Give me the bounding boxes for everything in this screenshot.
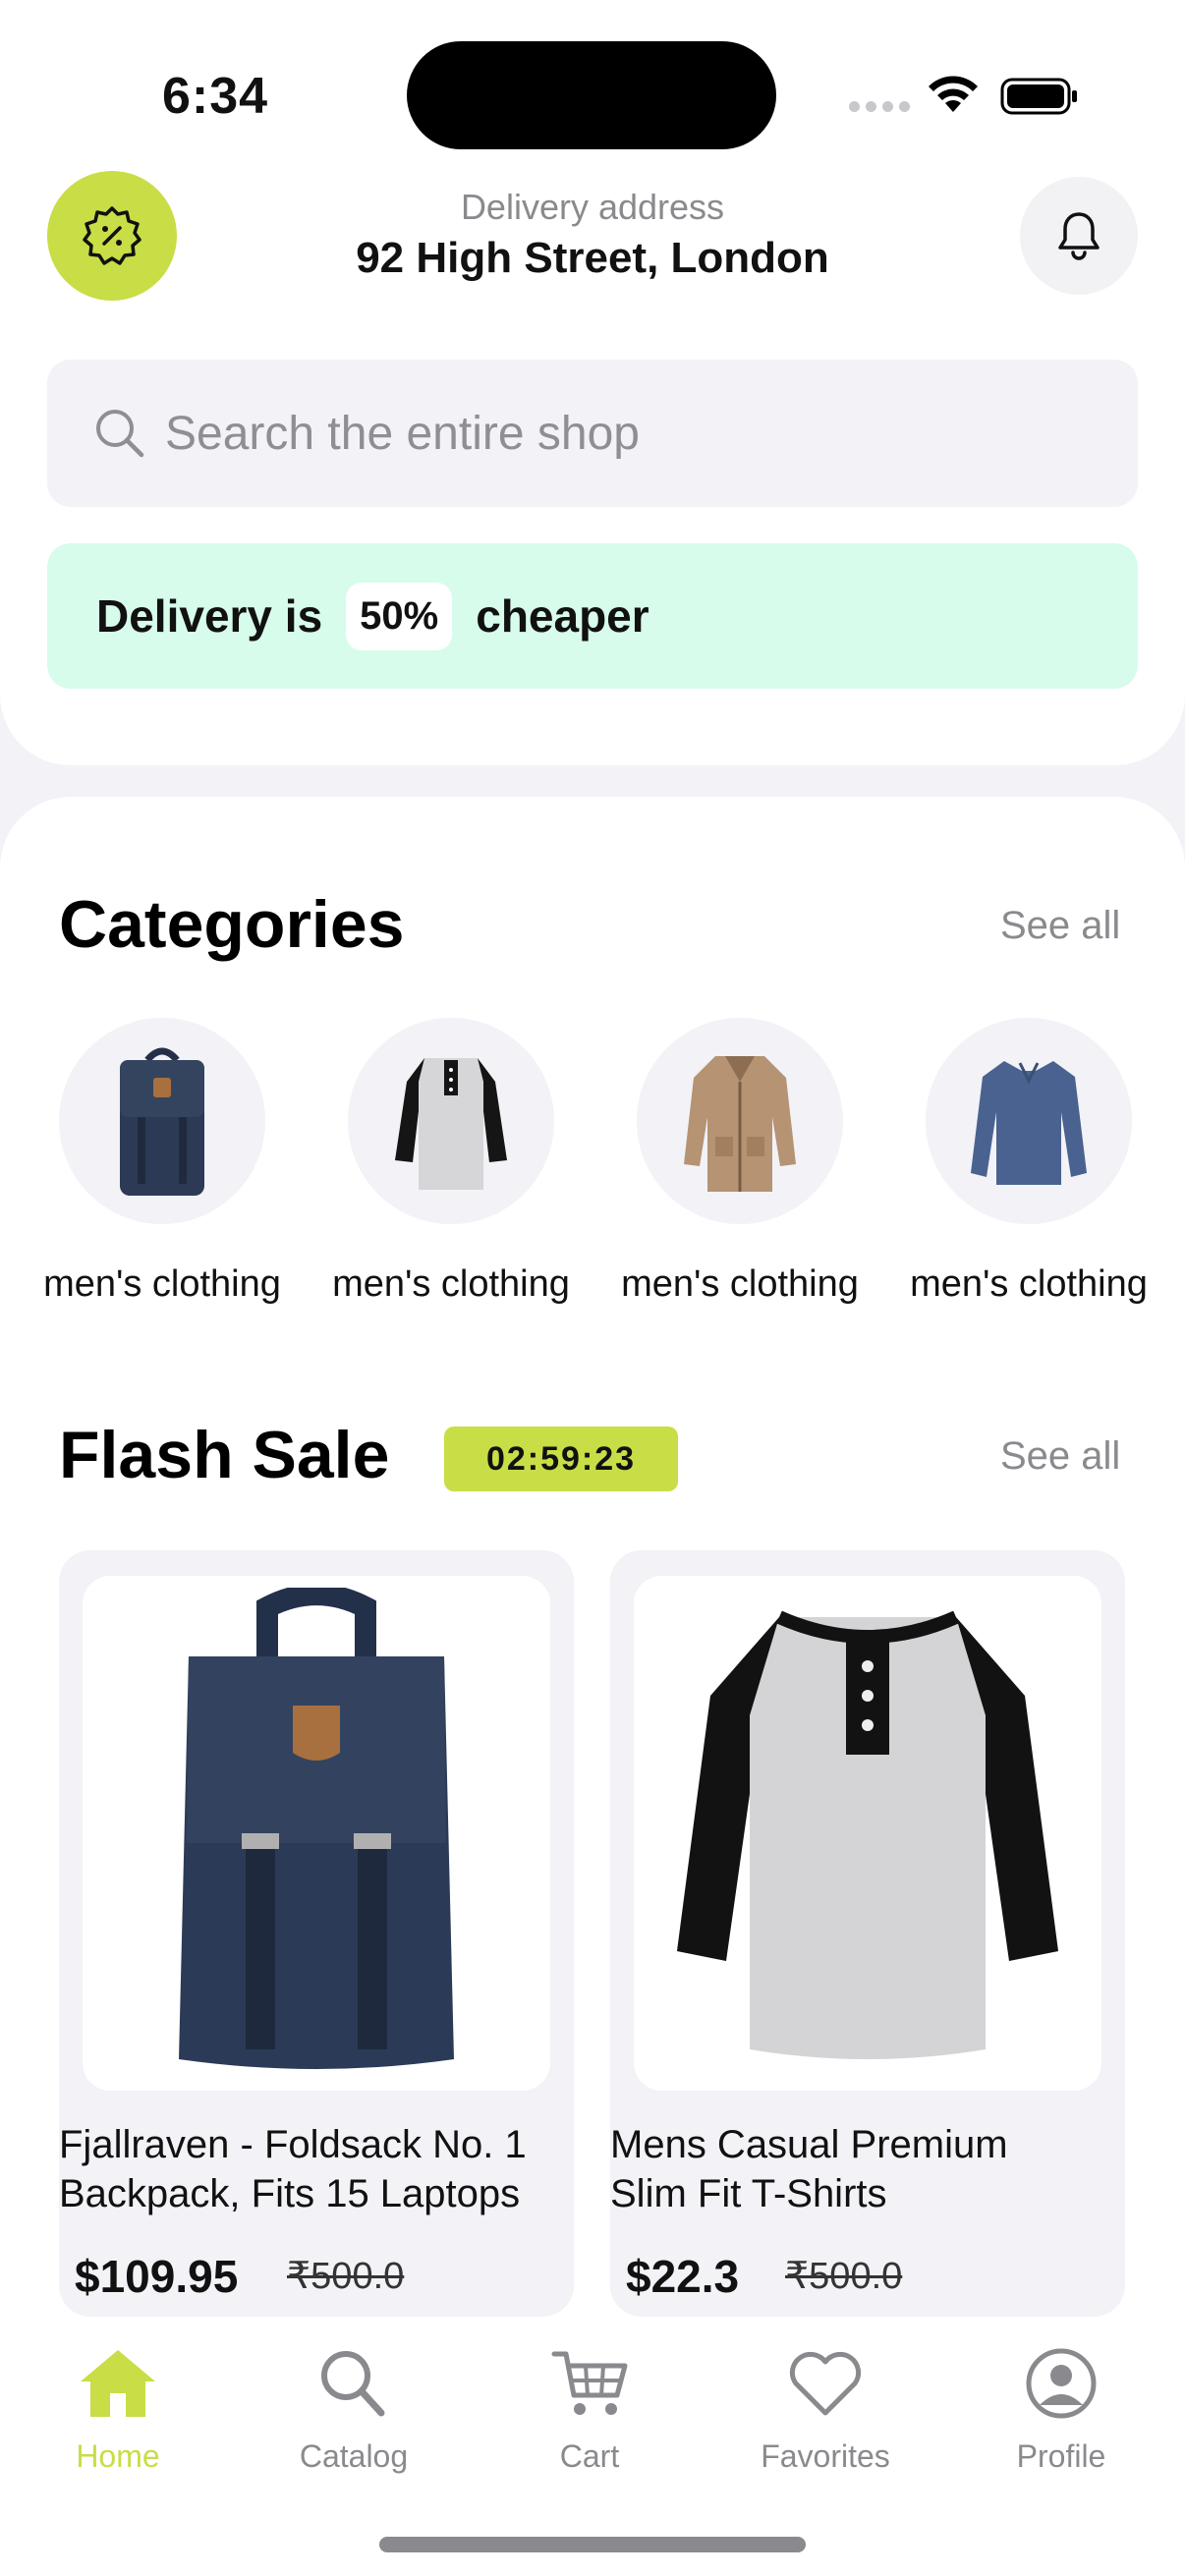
status-time: 6:34 — [162, 68, 269, 125]
battery-icon — [1000, 78, 1077, 115]
search-icon — [96, 410, 144, 458]
tab-home[interactable]: Home — [0, 2317, 236, 2474]
tab-cart[interactable]: Cart — [472, 2317, 707, 2474]
delivery-address[interactable]: 92 High Street, London — [0, 234, 1185, 283]
product-card[interactable]: Mens Casual Premium Slim Fit T-Shirts $2… — [610, 1550, 1125, 2317]
categories-see-all-link[interactable]: See all — [1000, 904, 1120, 948]
product-name-line: Mens Casual Premium — [610, 2123, 1008, 2166]
tab-label: Home — [76, 2438, 160, 2474]
product-old-price: ₹500.0 — [785, 2256, 903, 2297]
category-image — [637, 1018, 843, 1224]
cart-icon — [472, 2346, 707, 2425]
tab-label: Favorites — [761, 2438, 890, 2474]
flash-sale-title: Flash Sale — [59, 1418, 390, 1492]
flash-sale-see-all-link[interactable]: See all — [1000, 1434, 1120, 1479]
profile-icon — [943, 2346, 1179, 2425]
banner-prefix: Delivery is — [96, 590, 323, 642]
product-price: $22.3 — [626, 2251, 740, 2302]
category-label: men's clothing — [43, 1263, 281, 1305]
jacket-icon — [684, 1056, 796, 1192]
heart-icon — [707, 2346, 943, 2425]
delivery-address-label: Delivery address — [460, 187, 725, 227]
home-indicator — [379, 2537, 806, 2552]
wifi-icon — [929, 76, 978, 112]
tab-catalog[interactable]: Catalog — [236, 2317, 472, 2474]
delivery-promo-banner[interactable]: Delivery is 50% cheaper — [47, 543, 1138, 689]
product-price: $109.95 — [75, 2251, 239, 2302]
dynamic-island — [407, 41, 776, 149]
tab-favorites[interactable]: Favorites — [707, 2317, 943, 2474]
cellular-signal-icon — [849, 101, 910, 112]
product-name-line: Slim Fit T-Shirts — [610, 2172, 887, 2215]
product-name: Mens Casual Premium Slim Fit T-Shirts — [610, 2120, 1141, 2218]
backpack-icon — [120, 1047, 204, 1196]
discount-percent-chip: 50% — [346, 582, 453, 650]
henley-shirt-icon — [395, 1058, 507, 1190]
tab-label: Cart — [559, 2438, 620, 2474]
product-name: Fjallraven - Foldsack No. 1 Backpack, Fi… — [59, 2120, 590, 2218]
tab-profile[interactable]: Profile — [943, 2317, 1179, 2474]
category-image — [348, 1018, 554, 1224]
category-image — [59, 1018, 265, 1224]
banner-suffix: cheaper — [476, 590, 649, 642]
status-bar: 6:34 — [0, 0, 1185, 157]
category-image — [926, 1018, 1132, 1224]
product-old-price: ₹500.0 — [287, 2256, 405, 2297]
tab-label: Profile — [1016, 2438, 1106, 2474]
long-sleeve-shirt-icon — [971, 1061, 1087, 1185]
product-name-line: Backpack, Fits 15 Laptops — [59, 2172, 521, 2215]
search-input[interactable] — [165, 404, 1108, 463]
notifications-button[interactable] — [1020, 177, 1138, 295]
flash-sale-timer: 02:59:23 — [444, 1427, 678, 1491]
category-label: men's clothing — [621, 1263, 859, 1305]
product-image — [634, 1576, 1101, 2091]
backpack-icon — [179, 1588, 454, 2069]
search-bar[interactable] — [47, 360, 1138, 507]
product-card[interactable]: Fjallraven - Foldsack No. 1 Backpack, Fi… — [59, 1550, 574, 2317]
header-card: 6:34 Delivery address 92 High Street, Lo… — [0, 0, 1185, 765]
category-label: men's clothing — [910, 1263, 1148, 1305]
bell-icon — [1058, 212, 1100, 260]
product-name-line: Fjallraven - Foldsack No. 1 — [59, 2123, 527, 2166]
categories-title: Categories — [59, 887, 405, 962]
tab-label: Catalog — [299, 2438, 409, 2474]
search-icon — [236, 2346, 472, 2425]
product-image — [83, 1576, 550, 2091]
category-label: men's clothing — [332, 1263, 570, 1305]
home-icon — [0, 2346, 236, 2425]
henley-shirt-icon — [677, 1610, 1058, 2059]
